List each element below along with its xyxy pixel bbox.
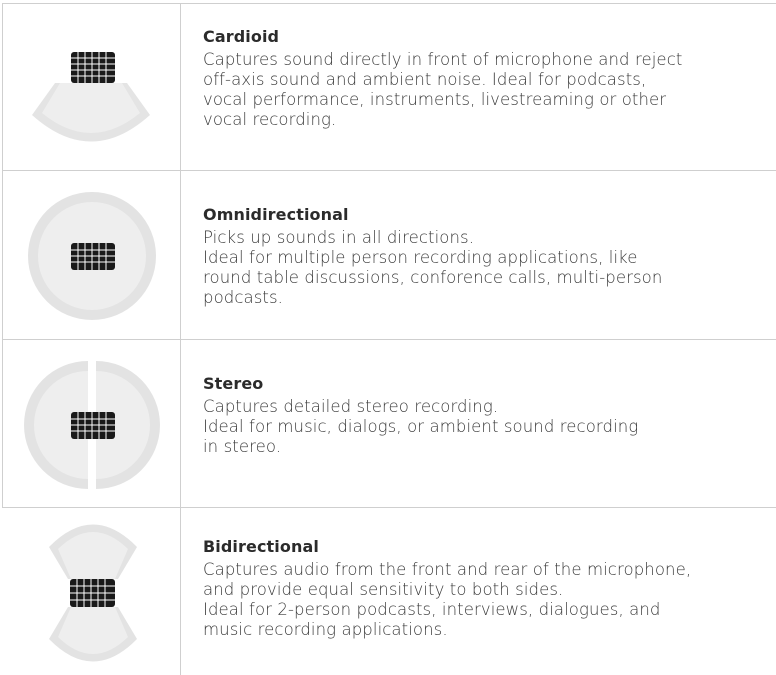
stereo-pattern-icon <box>24 361 160 489</box>
mic-grille-icon <box>70 579 115 607</box>
icon-cell <box>2 507 180 675</box>
pattern-description: Picks up sounds in all directions. Ideal… <box>203 228 766 308</box>
pattern-title: Stereo <box>203 374 264 393</box>
pattern-description: Captures audio from the front and rear o… <box>203 560 766 640</box>
description-line: Captures detailed stereo recording. <box>203 397 499 416</box>
description-line: Captures sound directly in front of micr… <box>203 50 683 69</box>
pattern-text-cell: Cardioid Captures sound directly in fron… <box>203 27 766 130</box>
description-line: and provide equal sensitivity to both si… <box>203 580 564 599</box>
pattern-description: Captures detailed stereo recording. Idea… <box>203 397 766 457</box>
pattern-row-bidirectional: Bidirectional Captures audio from the fr… <box>2 507 776 675</box>
description-line: Ideal for multiple person recording appl… <box>203 248 638 267</box>
pattern-row-stereo: Stereo Captures detailed stereo recordin… <box>2 339 776 507</box>
bidirectional-pattern-icon <box>49 524 137 662</box>
description-line: vocal recording. <box>203 110 337 129</box>
description-line: off-axis sound and ambient noise. Ideal … <box>203 70 647 89</box>
polar-pattern-table: Cardioid Captures sound directly in fron… <box>2 3 776 675</box>
pattern-text-cell: Stereo Captures detailed stereo recordin… <box>203 374 766 457</box>
description-line: vocal performance, instruments, livestre… <box>203 90 667 109</box>
icon-cell <box>2 170 180 339</box>
description-line: music recording applications. <box>203 620 448 639</box>
cardioid-pattern-icon <box>32 52 150 142</box>
pattern-row-omnidirectional: Omnidirectional Picks up sounds in all d… <box>2 170 776 339</box>
mic-grille-icon <box>71 243 115 270</box>
description-line: Captures audio from the front and rear o… <box>203 560 692 579</box>
omnidirectional-pattern-icon <box>28 192 156 320</box>
icon-cell <box>2 3 180 170</box>
pattern-title: Bidirectional <box>203 537 319 556</box>
mic-grille-icon <box>71 412 115 439</box>
pattern-text-cell: Omnidirectional Picks up sounds in all d… <box>203 205 766 308</box>
description-line: in stereo. <box>203 437 282 456</box>
description-line: Picks up sounds in all directions. <box>203 228 475 247</box>
description-line: round table discussions, conforence call… <box>203 268 663 287</box>
pattern-title: Cardioid <box>203 27 280 46</box>
icon-cell <box>2 339 180 507</box>
pattern-row-cardioid: Cardioid Captures sound directly in fron… <box>2 3 776 170</box>
pattern-title: Omnidirectional <box>203 205 349 224</box>
description-line: Ideal for 2-person podcasts, interviews,… <box>203 600 661 619</box>
description-line: podcasts. <box>203 288 284 307</box>
pattern-text-cell: Bidirectional Captures audio from the fr… <box>203 537 766 640</box>
mic-grille-icon <box>71 52 115 83</box>
pattern-description: Captures sound directly in front of micr… <box>203 50 766 130</box>
description-line: Ideal for music, dialogs, or ambient sou… <box>203 417 639 436</box>
